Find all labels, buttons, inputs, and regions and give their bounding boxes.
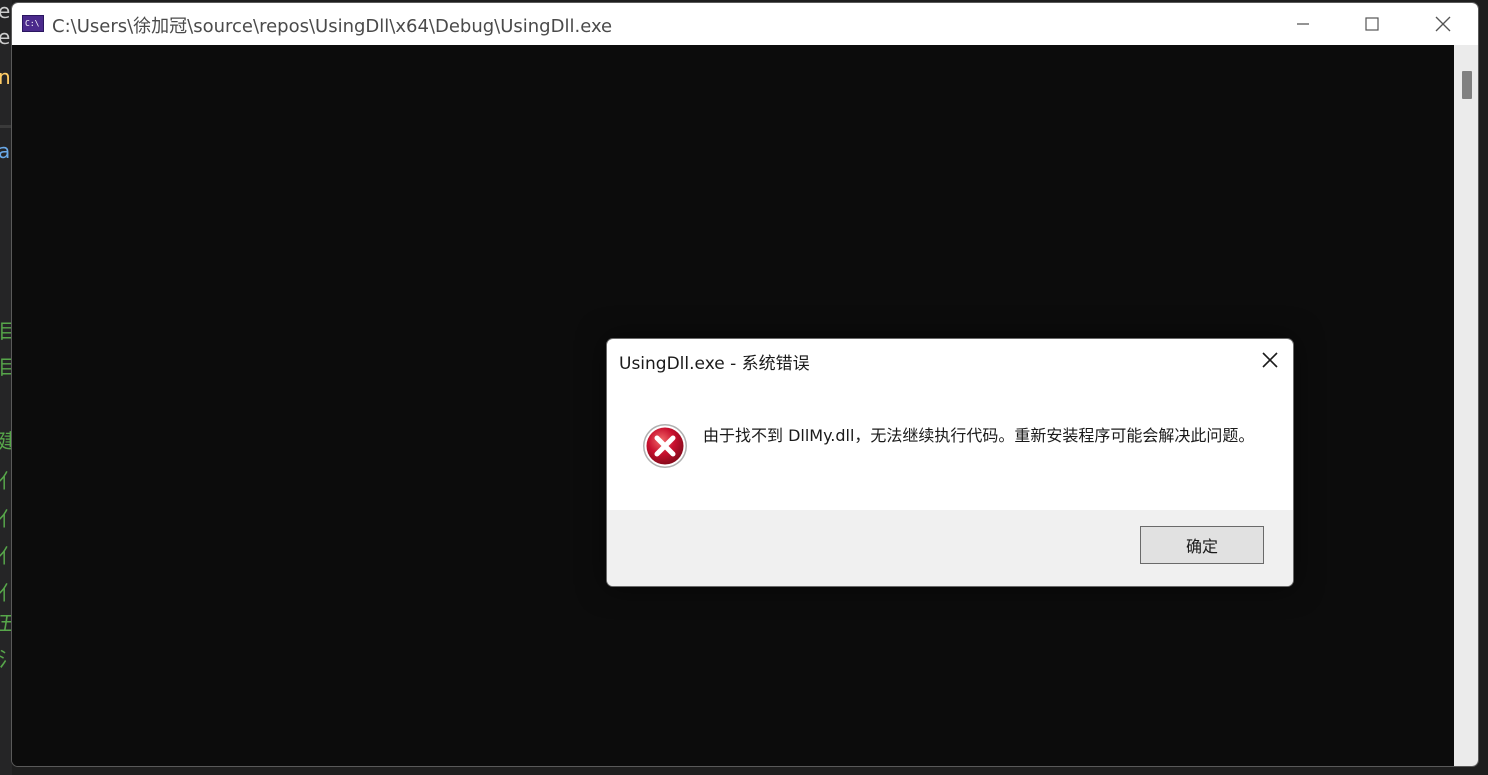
code-fragment: e (0, 25, 11, 49)
system-error-dialog: UsingDll.exe - 系统错误 由于找不到 DllMy.dll，无法继续… (606, 338, 1294, 587)
maximize-button[interactable] (1337, 3, 1407, 45)
dialog-close-button[interactable] (1253, 345, 1287, 375)
vertical-scrollbar[interactable] (1454, 45, 1478, 766)
dialog-title: UsingDll.exe - 系统错误 (619, 354, 810, 374)
maximize-icon (1365, 17, 1379, 31)
dialog-footer: 确定 (607, 510, 1293, 586)
close-icon (1262, 352, 1278, 368)
console-window-title: C:\Users\徐加冠\source\repos\UsingDll\x64\D… (52, 16, 613, 37)
ok-button[interactable]: 确定 (1140, 526, 1264, 564)
code-fragment: e (0, 0, 11, 23)
close-icon (1435, 16, 1451, 32)
scrollbar-thumb[interactable] (1462, 71, 1472, 99)
error-message: 由于找不到 DllMy.dll，无法继续执行代码。重新安装程序可能会解决此问题。 (703, 426, 1255, 445)
code-fragment: n (0, 65, 11, 89)
console-titlebar[interactable]: C:\ C:\Users\徐加冠\source\repos\UsingDll\x… (12, 3, 1478, 45)
close-button[interactable] (1408, 3, 1478, 45)
minimize-icon (1297, 23, 1309, 25)
console-app-icon: C:\ (22, 15, 44, 32)
error-icon (643, 424, 687, 468)
minimize-button[interactable] (1268, 3, 1338, 45)
code-fragment: a (0, 139, 11, 163)
